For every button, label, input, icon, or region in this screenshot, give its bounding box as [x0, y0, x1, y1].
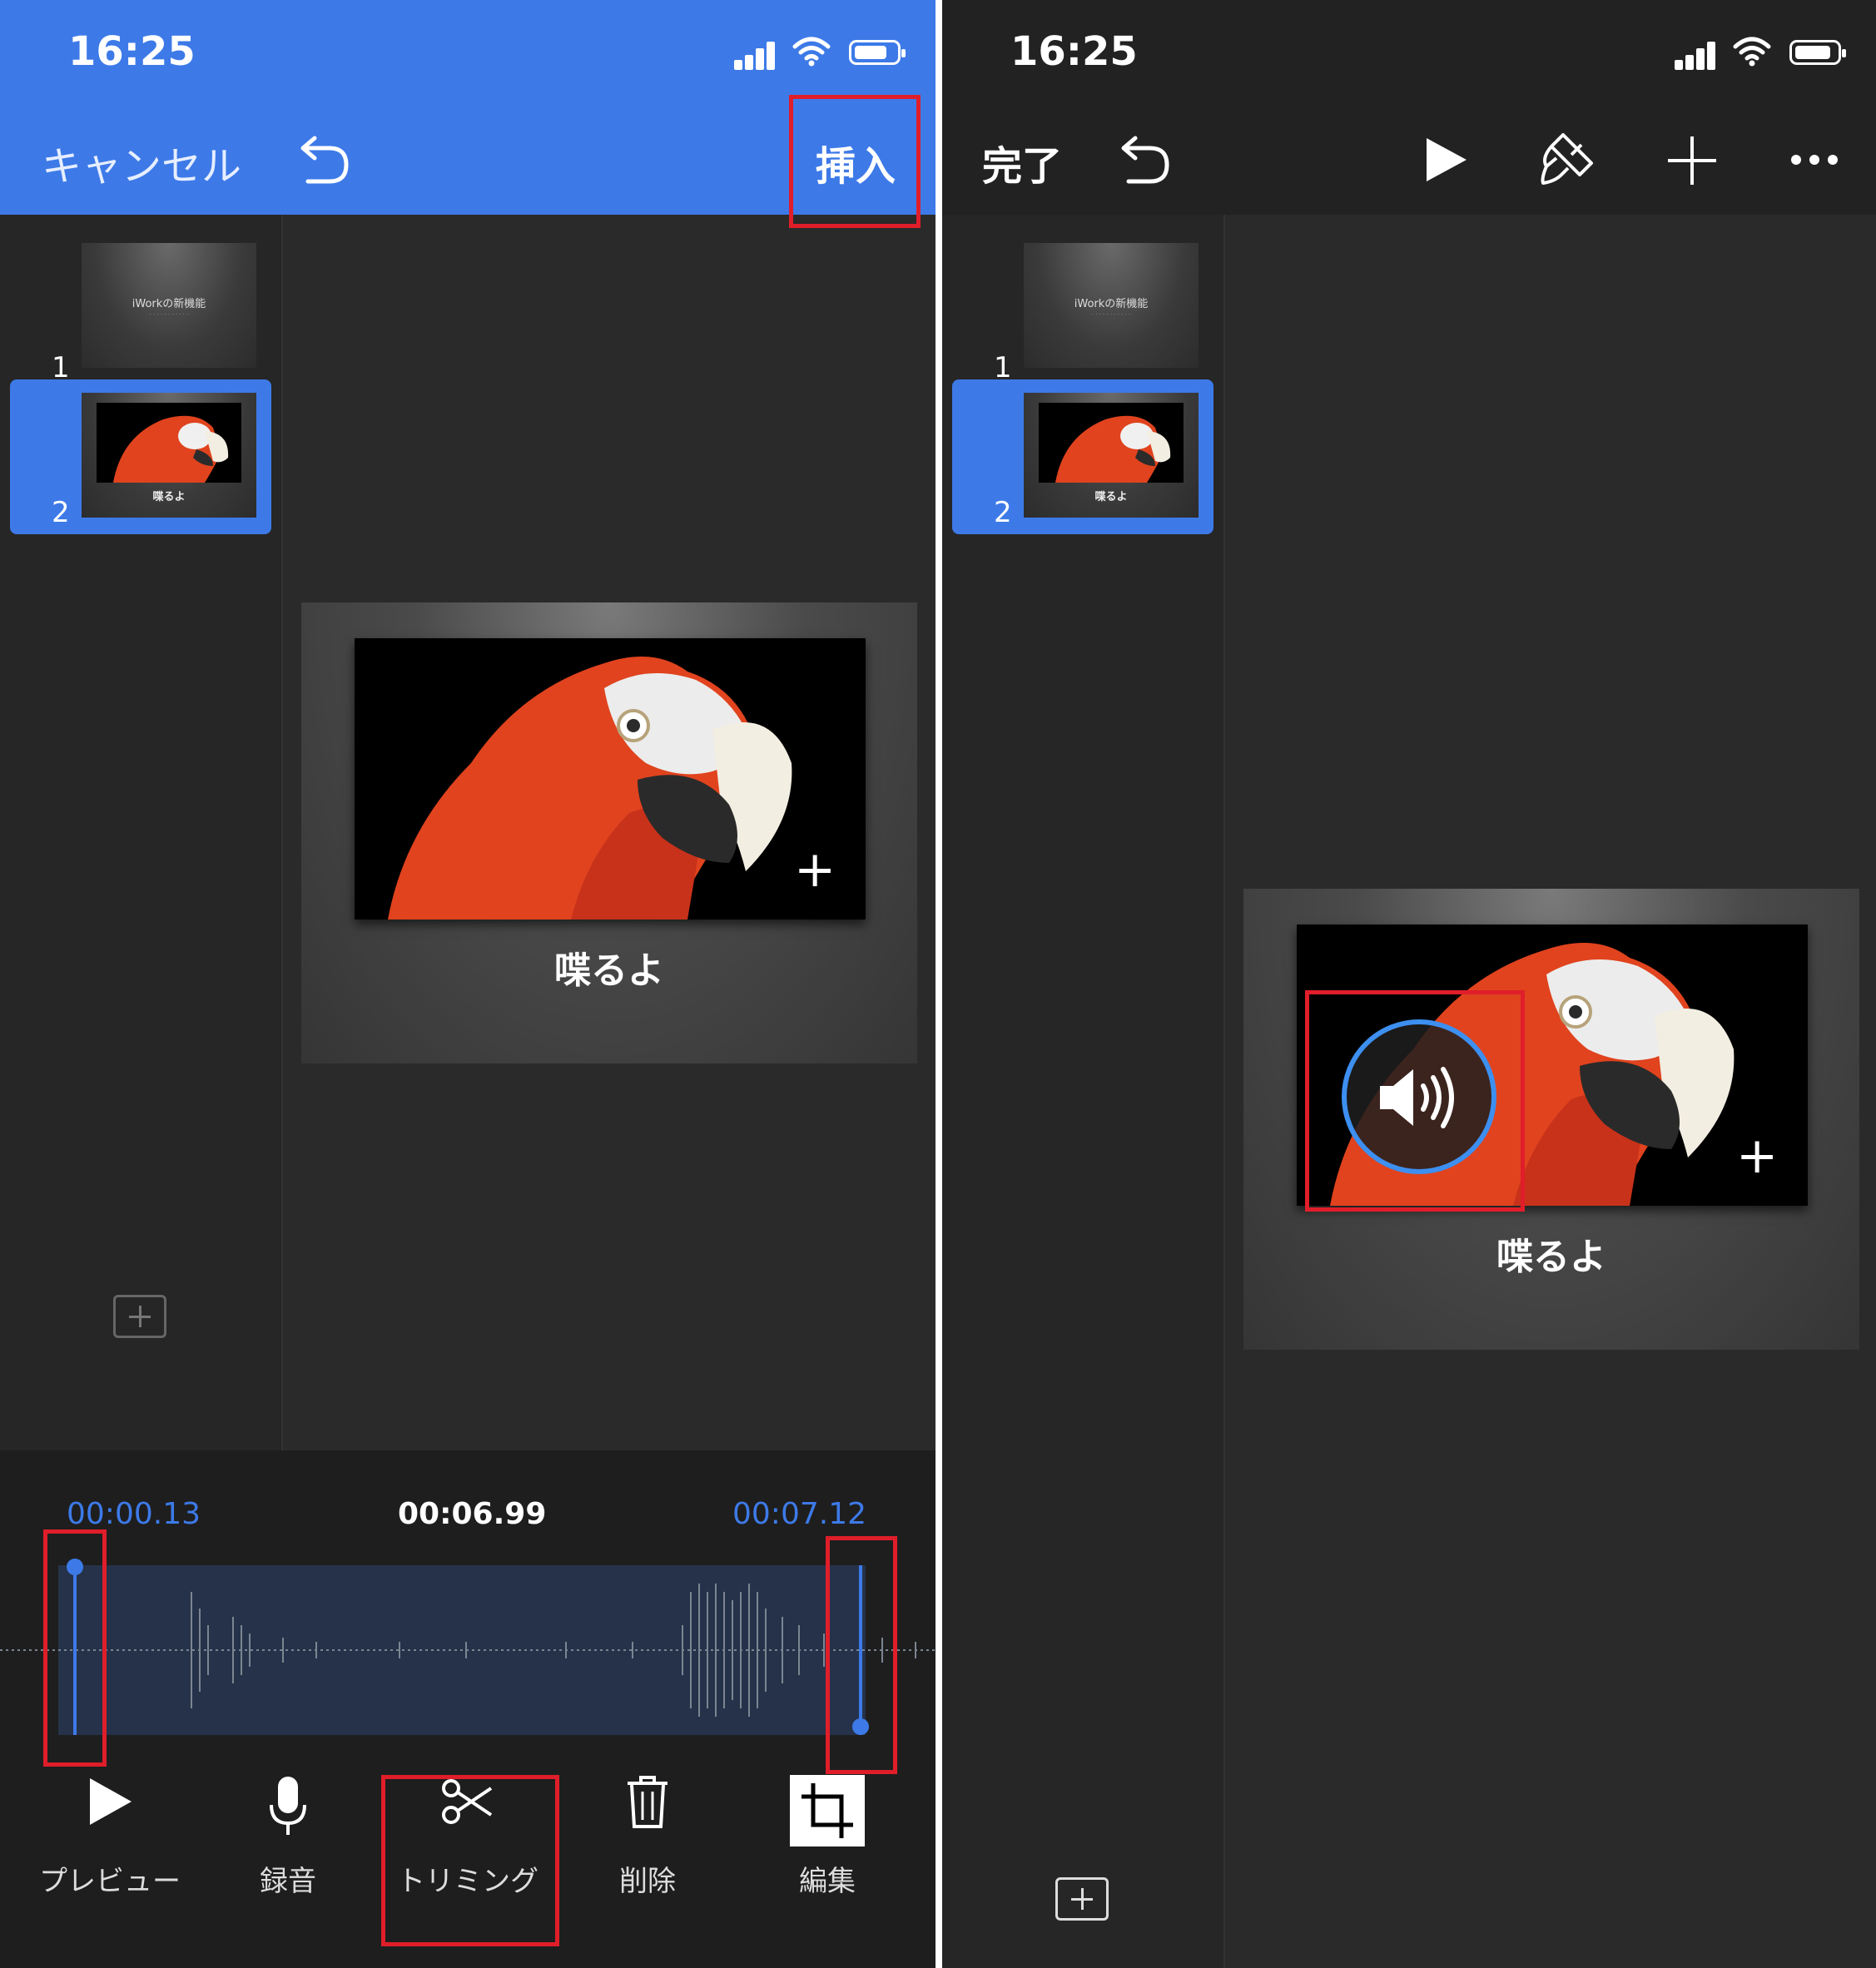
slide-preview: iWorkの新機能 · · · · · · · · · · · — [1024, 243, 1199, 368]
slide-title: iWorkの新機能 — [132, 298, 206, 310]
current-time: 00:06.99 — [398, 1497, 547, 1531]
slide-thumbnail-1[interactable]: 1 iWorkの新機能 · · · · · · · · · · · — [10, 235, 271, 389]
highlight-audio-object — [1305, 990, 1525, 1212]
slide-canvas: + 喋るよ — [301, 602, 917, 1063]
slide-thumbnail-2[interactable]: 2 喋るよ — [10, 379, 271, 534]
slide-navigator: 1 iWorkの新機能 · · · · · · · · · · · 2 喋るよ — [0, 215, 283, 1450]
add-media-plus-icon[interactable]: + — [1736, 1131, 1778, 1181]
right-screen: 16:25 完了 1 iWorkの新機能 · · · · · · · · · ·… — [942, 0, 1876, 1968]
slide-caption: 喋るよ — [1094, 491, 1128, 503]
crop-icon — [790, 1775, 865, 1847]
undo-icon[interactable] — [1114, 135, 1172, 185]
status-bar: 16:25 — [942, 0, 1876, 108]
battery-icon — [849, 40, 906, 65]
cancel-button[interactable]: キャンセル — [42, 133, 241, 191]
slide-caption: 喋るよ — [554, 949, 664, 992]
signal-icon — [734, 37, 776, 70]
slide-caption: 喋るよ — [152, 491, 186, 503]
status-time: 16:25 — [68, 28, 196, 75]
undo-icon[interactable] — [293, 135, 351, 185]
status-time: 16:25 — [1010, 28, 1138, 75]
more-icon[interactable] — [1789, 151, 1839, 168]
slide-number: 2 — [52, 496, 70, 529]
slide-preview: 喋るよ — [82, 393, 256, 518]
status-bar: 16:25 — [0, 0, 936, 108]
microphone-icon — [270, 1777, 306, 1835]
edit-label: 編集 — [799, 1865, 856, 1898]
add-slide-button[interactable] — [113, 1295, 166, 1338]
slide-caption: 喋るよ — [1496, 1236, 1606, 1278]
add-slide-button[interactable] — [1055, 1877, 1109, 1921]
waveform[interactable] — [0, 1559, 936, 1742]
slide-canvas: + 喋るよ — [1243, 889, 1859, 1350]
wifi-icon — [792, 37, 831, 67]
slide-preview: iWorkの新機能 · · · · · · · · · · · — [82, 243, 256, 368]
record-label: 録音 — [260, 1865, 316, 1898]
delete-label: 削除 — [619, 1865, 676, 1898]
status-icons — [1675, 37, 1846, 70]
done-button[interactable]: 完了 — [982, 133, 1062, 191]
parrot-photo[interactable]: + — [355, 638, 866, 920]
parrot-photo-thumb — [97, 403, 241, 483]
format-brush-icon[interactable] — [1538, 130, 1596, 188]
trash-icon — [628, 1776, 668, 1828]
highlight-start-handle — [43, 1529, 107, 1767]
signal-icon — [1675, 37, 1716, 70]
status-icons — [734, 37, 906, 70]
add-media-plus-icon[interactable]: + — [794, 845, 836, 895]
highlight-trim — [381, 1775, 559, 1946]
start-time: 00:00.13 — [67, 1497, 201, 1531]
slide-number: 2 — [994, 496, 1012, 529]
battery-icon — [1789, 40, 1846, 65]
slide-thumbnail-1[interactable]: 1 iWorkの新機能 · · · · · · · · · · · — [952, 235, 1213, 389]
parrot-photo-thumb — [1039, 403, 1184, 483]
slide-subtitle: · · · · · · · · · · · — [1091, 311, 1131, 318]
slide-preview: 喋るよ — [1024, 393, 1199, 518]
highlight-end-handle — [826, 1536, 897, 1774]
end-time: 00:07.12 — [732, 1497, 866, 1531]
screenshot-divider — [936, 0, 942, 1968]
left-screen: 16:25 キャンセル 挿入 1 iWorkの新機能 · · · · · · ·… — [0, 0, 936, 1968]
play-icon — [90, 1778, 132, 1825]
slide-subtitle: · · · · · · · · · · · — [149, 311, 189, 318]
add-icon[interactable] — [1666, 135, 1718, 186]
highlight-insert — [789, 95, 921, 228]
preview-label: プレビュー — [39, 1865, 181, 1898]
slide-thumbnail-2[interactable]: 2 喋るよ — [952, 379, 1213, 534]
play-icon[interactable] — [1423, 135, 1470, 185]
wifi-icon — [1733, 37, 1771, 67]
slide-navigator: 1 iWorkの新機能 · · · · · · · · · · · 2 喋るよ — [942, 215, 1225, 1968]
audio-editor-panel: 00:00.13 00:06.99 00:07.12 プレビュー 録音 トリミン… — [0, 1450, 936, 1968]
slide-title: iWorkの新機能 — [1074, 298, 1149, 310]
